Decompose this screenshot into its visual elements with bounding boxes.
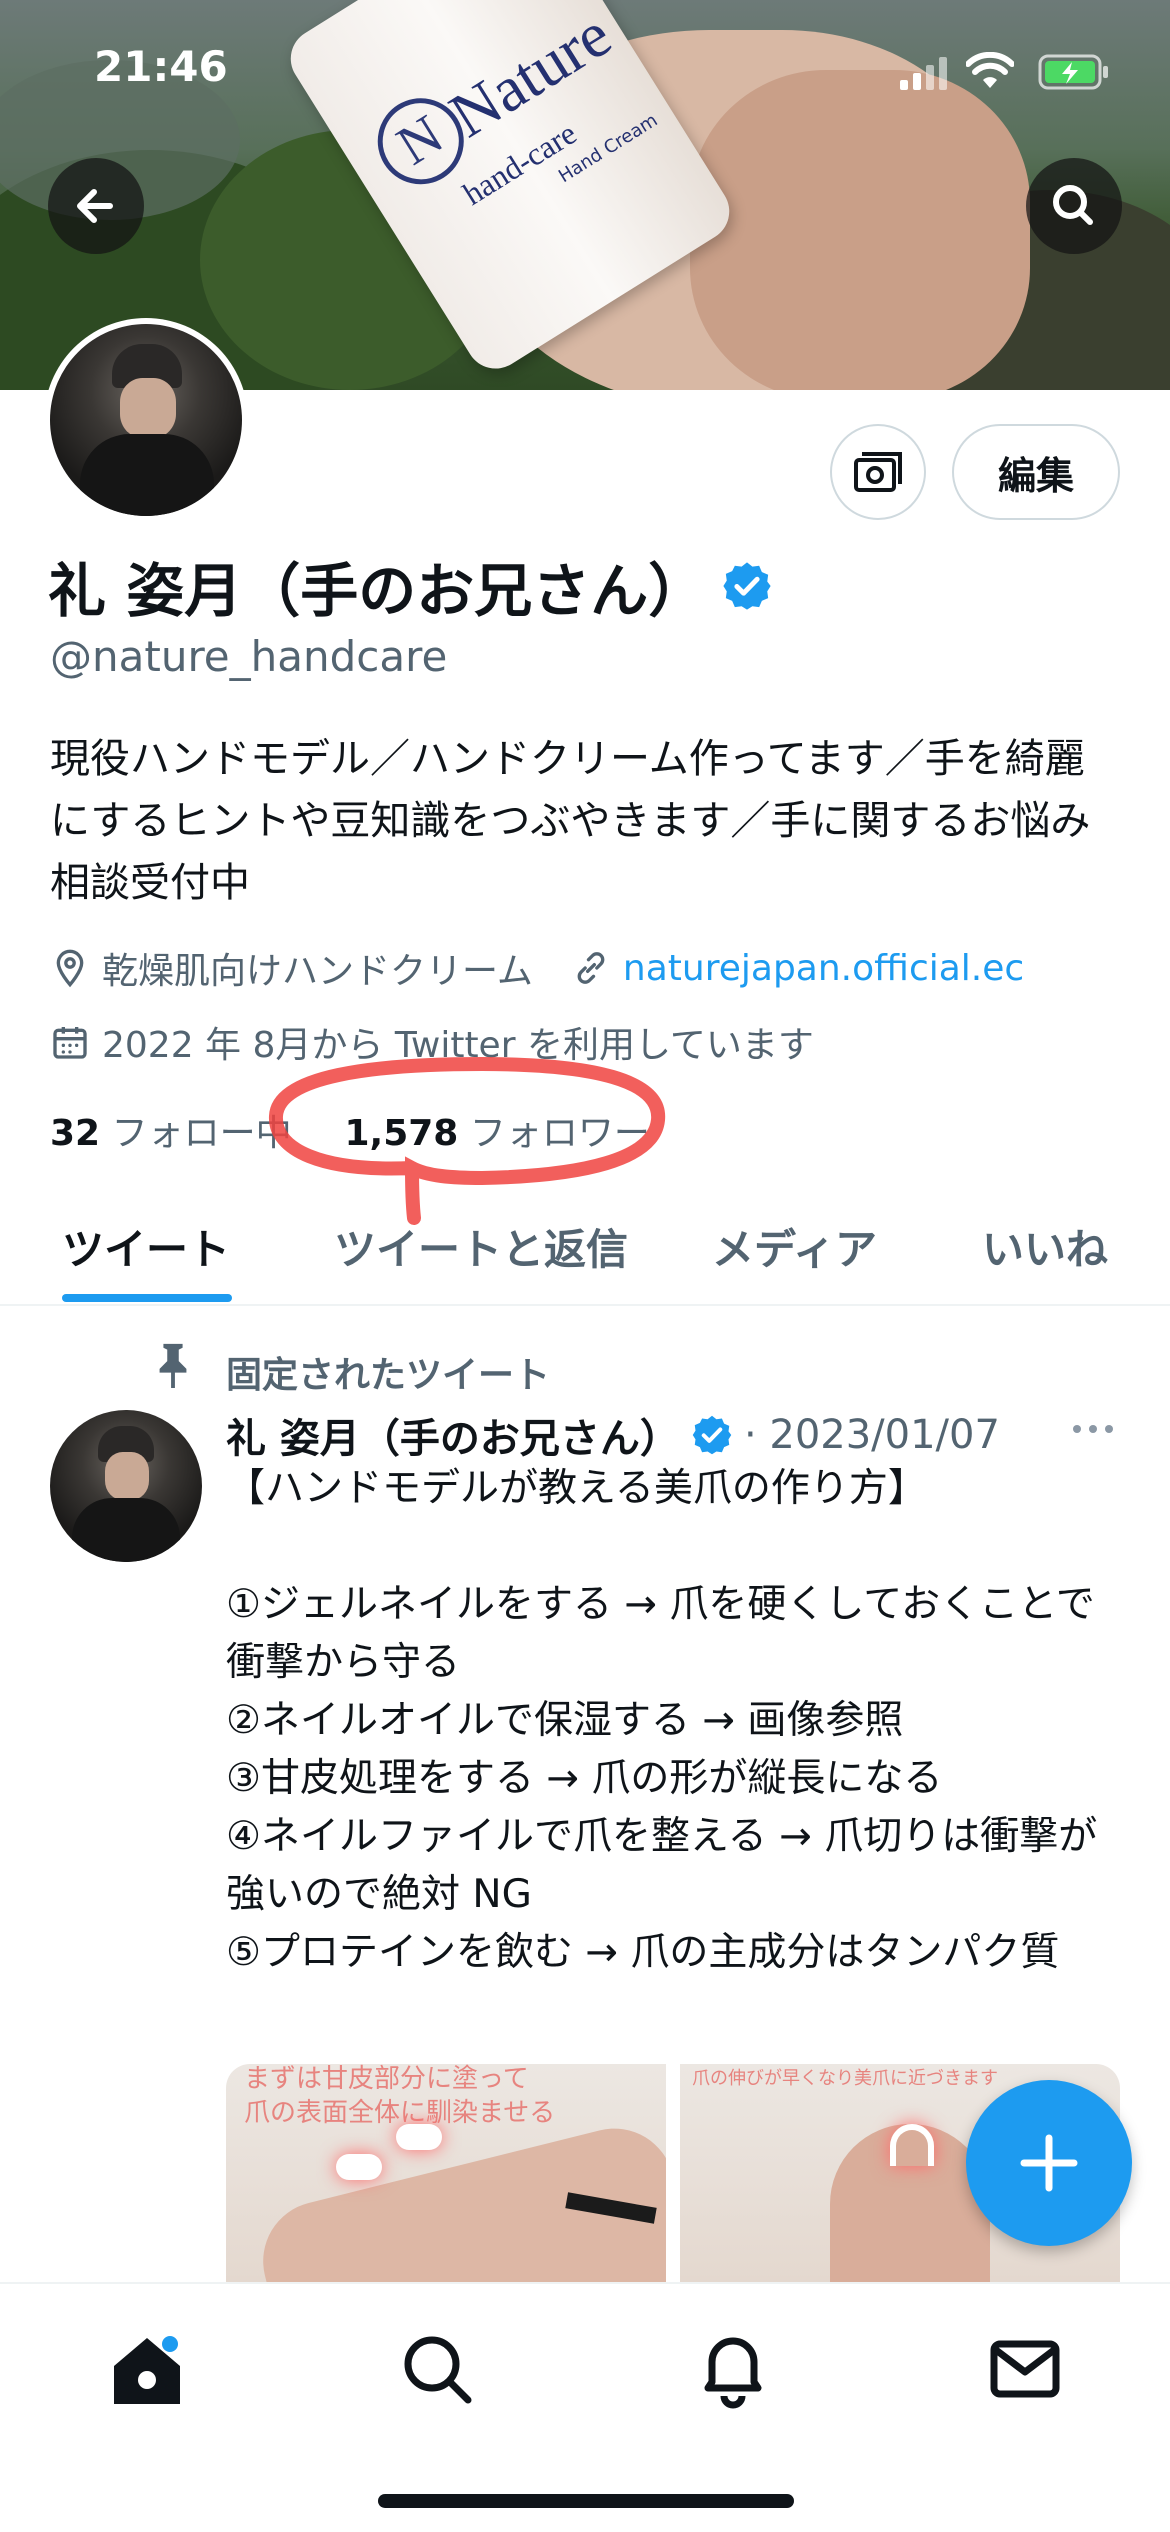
media-caption-2: 爪の表面全体に馴染ませる — [244, 2098, 556, 2128]
nav-home[interactable] — [102, 2324, 192, 2414]
profile-handle: @nature_handcare — [50, 632, 448, 681]
edit-profile-button[interactable]: 編集 — [952, 424, 1120, 520]
verified-badge-icon — [723, 562, 771, 610]
location-pin-icon — [56, 949, 84, 988]
tab-likes[interactable]: いいね — [982, 1216, 1108, 1277]
tweet-header: 礼 姿月（手のお兄さん） · 2023/01/07 — [226, 1406, 1000, 1464]
following-link[interactable]: 32 フォロー中 — [50, 1113, 292, 1154]
home-icon — [114, 2336, 180, 2404]
avatar-image — [50, 324, 242, 516]
battery-icon — [1038, 54, 1108, 90]
tweet-date[interactable]: · 2023/01/07 — [744, 1412, 1000, 1458]
profile-avatar[interactable] — [44, 318, 248, 522]
tweet-media-image-left[interactable]: まずは甘皮部分に塗って 爪の表面全体に馴染ませる — [226, 2064, 666, 2314]
media-caption-3: 爪の伸びが早くなり美爪に近づきます — [692, 2068, 998, 2089]
search-icon — [1053, 185, 1093, 225]
link-icon — [577, 952, 605, 984]
home-indicator — [378, 2494, 794, 2508]
tweet-text: 【ハンドモデルが教える美爪の作り方】 ①ジェルネイルをする → 爪を硬くしておく… — [226, 1466, 1098, 1975]
more-icon[interactable] — [1068, 1414, 1118, 1444]
wifi-icon — [966, 52, 1014, 88]
profile-tabs: ツイート ツイートと返信 メディア いいね — [0, 1170, 1170, 1306]
nav-notifications[interactable] — [688, 2324, 778, 2414]
compose-plus-icon — [1020, 2134, 1078, 2192]
nav-search[interactable] — [392, 2324, 482, 2414]
profile-website-link[interactable]: naturejapan.official.ec — [623, 948, 1024, 989]
media-caption-1: まずは甘皮部分に塗って — [244, 2064, 529, 2094]
bell-icon — [704, 2337, 762, 2409]
tab-tweets[interactable]: ツイート — [62, 1216, 230, 1277]
tab-media[interactable]: メディア — [712, 1216, 877, 1277]
brand-name: Nature — [437, 0, 623, 151]
back-arrow-icon — [77, 189, 113, 223]
back-button[interactable] — [48, 158, 144, 254]
compose-tweet-button[interactable] — [966, 2080, 1132, 2246]
profile-name: 礼 姿月（手のお兄さん） — [48, 544, 774, 628]
mail-icon — [990, 2340, 1060, 2398]
search-icon — [404, 2336, 472, 2404]
profile-name-text: 礼 姿月（手のお兄さん） — [48, 557, 707, 625]
profile-location: 乾燥肌向けハンドクリーム — [102, 951, 533, 992]
profile-search-button[interactable] — [1026, 158, 1122, 254]
calendar-icon — [53, 1027, 87, 1059]
tip-jar-icon — [854, 452, 902, 492]
tab-tweets-and-replies[interactable]: ツイートと返信 — [334, 1216, 628, 1277]
verified-badge-icon — [692, 1415, 732, 1455]
tip-jar-button[interactable] — [830, 424, 926, 520]
cellular-signal-icon — [900, 57, 947, 90]
pinned-tweet-label: 固定されたツイート — [226, 1355, 551, 1396]
nav-messages[interactable] — [980, 2324, 1070, 2414]
edit-profile-label: 編集 — [997, 453, 1074, 498]
profile-location-row: 乾燥肌向けハンドクリーム naturejapan.official.ec — [50, 942, 1024, 994]
profile-bio: 現役ハンドモデル／ハンドクリーム作ってます／手を綺麗にするヒントや豆知識をつぶや… — [50, 736, 1091, 906]
tweet-author-avatar[interactable] — [50, 1410, 202, 1562]
status-time: 21:46 — [94, 42, 228, 91]
pin-icon — [159, 1343, 187, 1388]
following-count: 32 — [50, 1113, 101, 1154]
active-tab-indicator — [62, 1294, 232, 1302]
tweet-author-name[interactable]: 礼 姿月（手のお兄さん） — [226, 1406, 680, 1464]
